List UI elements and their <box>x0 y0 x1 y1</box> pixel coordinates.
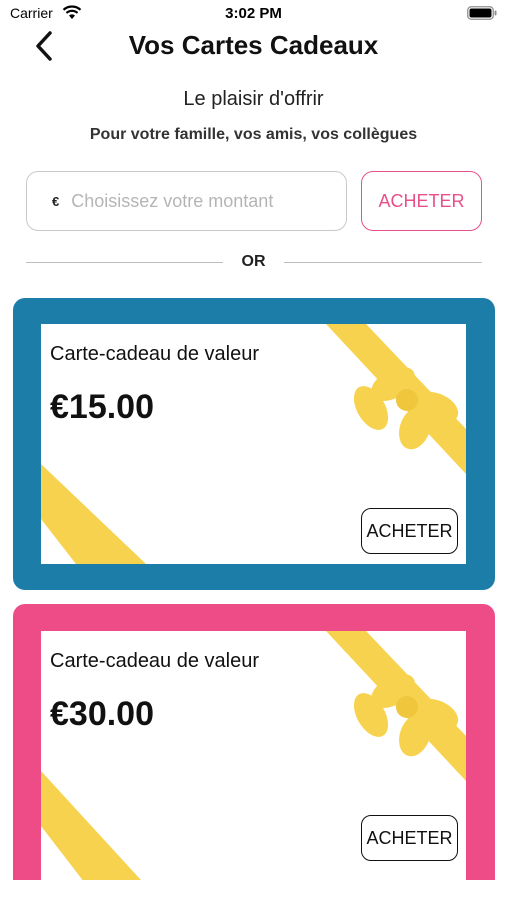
divider-line-left <box>26 262 223 263</box>
gift-card-value: €15.00 <box>50 388 154 426</box>
divider-line-right <box>284 262 482 263</box>
buy-gift-card-button[interactable]: ACHETER <box>361 508 458 554</box>
section-caption: Pour votre famille, vos amis, vos collèg… <box>89 126 418 143</box>
section-subtitle: Le plaisir d'offrir <box>183 88 324 110</box>
gift-card[interactable]: Carte-cadeau de valeur €30.00 ACHETER <box>13 604 495 880</box>
gift-card[interactable]: Carte-cadeau de valeur €15.00 ACHETER <box>13 298 495 590</box>
amount-input[interactable] <box>71 190 332 212</box>
gift-card-label: Carte-cadeau de valeur <box>50 650 260 672</box>
battery-icon <box>467 6 497 20</box>
amount-field[interactable]: € <box>26 171 347 231</box>
buy-gift-card-button[interactable]: ACHETER <box>361 815 458 861</box>
status-time: 3:02 PM <box>225 5 282 22</box>
gift-card-face: Carte-cadeau de valeur €15.00 ACHETER <box>41 324 466 564</box>
gift-card-label: Carte-cadeau de valeur <box>50 343 260 365</box>
gift-card-face: Carte-cadeau de valeur €30.00 ACHETER <box>41 631 466 880</box>
currency-symbol: € <box>52 193 60 209</box>
gift-card-value: €30.00 <box>50 695 154 733</box>
or-divider-label: OR <box>241 253 266 270</box>
status-bar: Carrier 3:02 PM <box>0 0 507 28</box>
buy-custom-amount-button[interactable]: ACHETER <box>361 171 482 231</box>
page-title: Vos Cartes Cadeaux <box>128 30 379 60</box>
